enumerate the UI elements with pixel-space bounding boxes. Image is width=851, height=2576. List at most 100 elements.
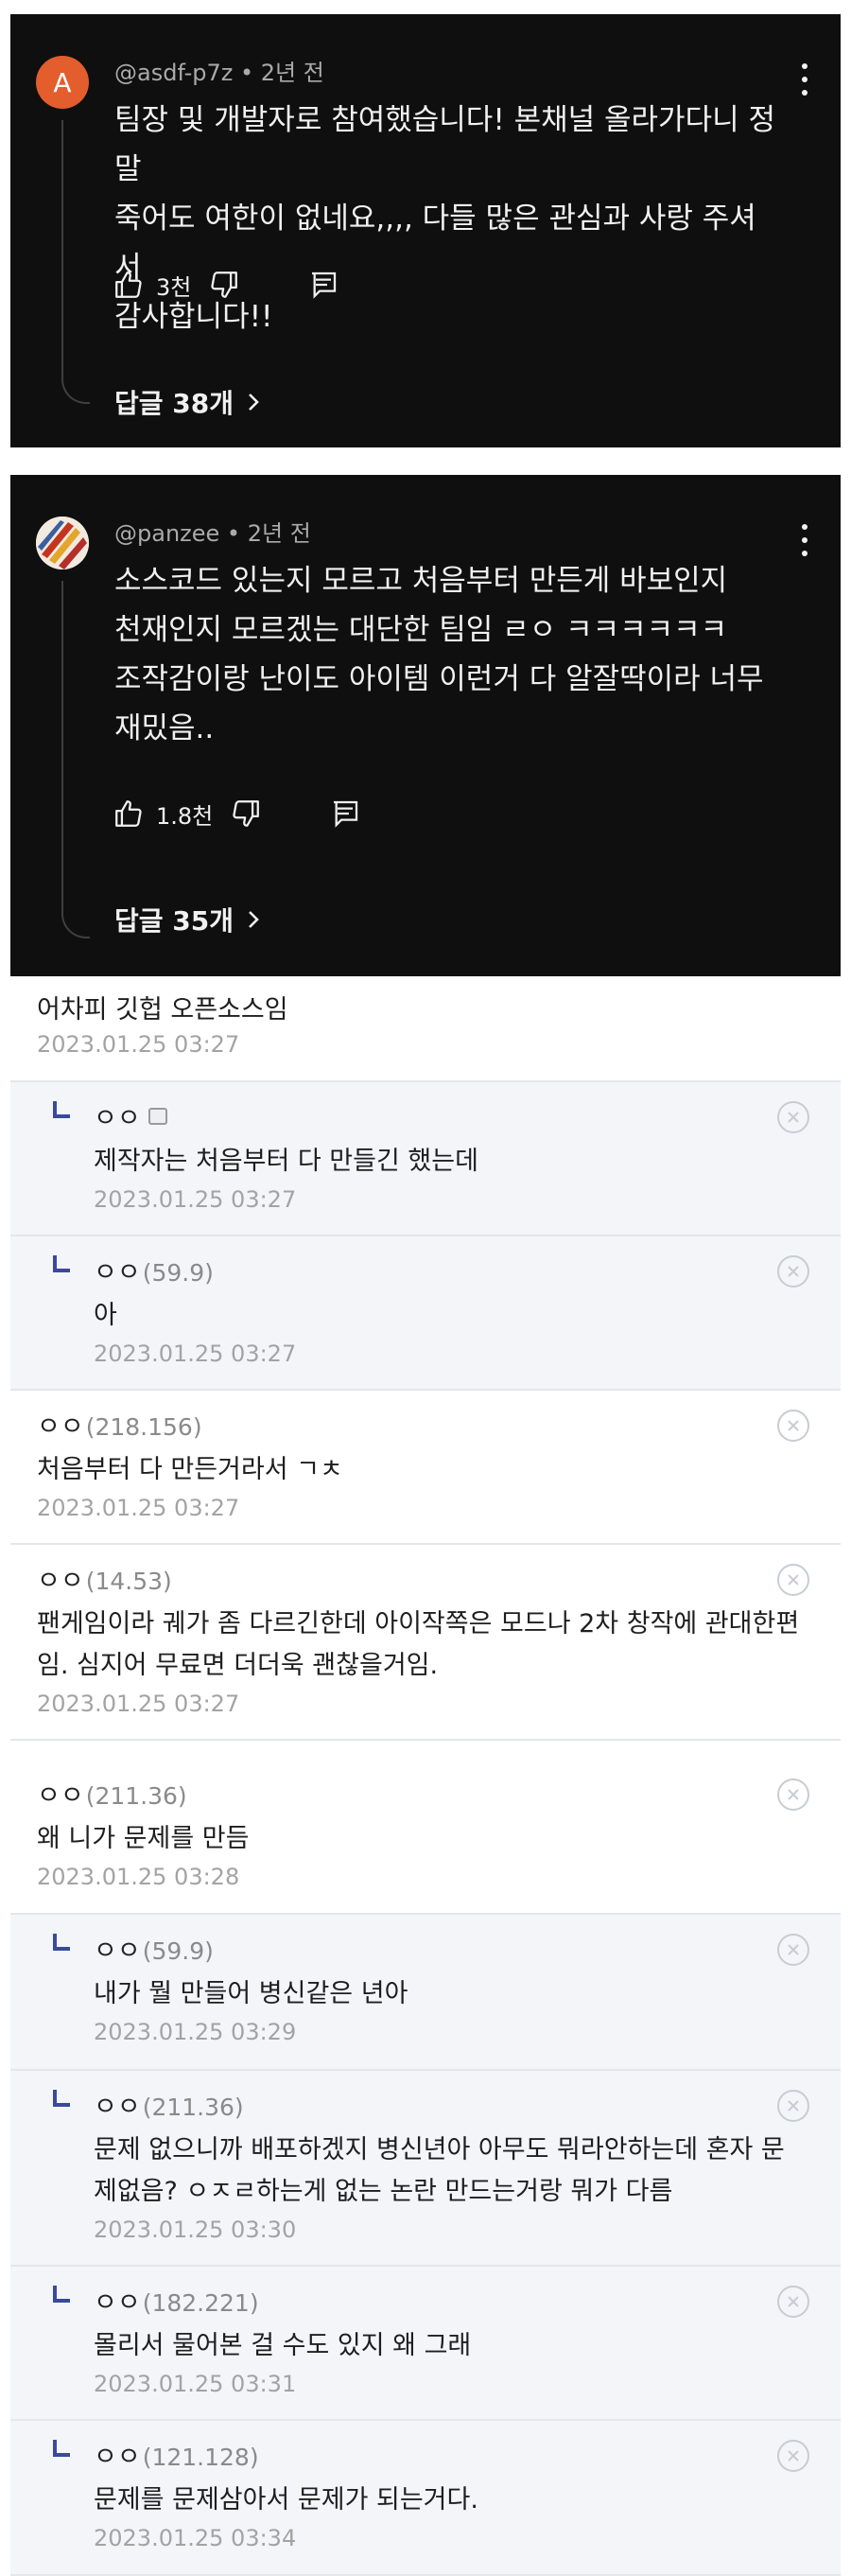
- delete-icon[interactable]: [777, 1101, 809, 1133]
- comment-author[interactable]: ㅇㅇ (218.156): [37, 1406, 202, 1443]
- close-icon: [788, 1266, 799, 1277]
- comment-date: 2023.01.25 03:31: [94, 2371, 297, 2397]
- list-item: ㅇㅇ (59.9) 내가 뭘 만들어 병신같은 년아 2023.01.25 03…: [10, 1915, 841, 2071]
- comment-date: 2023.01.25 03:29: [94, 2019, 297, 2045]
- member-icon: [148, 1108, 167, 1125]
- thread-line: [61, 120, 90, 404]
- thumbs-down-icon: [211, 272, 238, 298]
- comment-author[interactable]: ㅇㅇ (211.36): [37, 1775, 187, 1812]
- delete-icon[interactable]: [777, 2440, 809, 2472]
- list-item: ㅇㅇ (182.221) 몰리서 물어본 걸 수도 있지 왜 그래 2023.0…: [10, 2267, 841, 2421]
- comment-text: 팬게임이라 궤가 좀 다르긴한데 아이작쪽은 모드나 2차 창작에 관대한편 임…: [37, 1603, 812, 1687]
- reply-button[interactable]: [330, 798, 360, 829]
- comment-line: 팀장 및 개발자로 참여했습니다! 본채널 올라가다니 정말: [114, 103, 775, 186]
- comment-date: 2023.01.25 03:27: [37, 1495, 240, 1521]
- comment-line: 제없음? ㅇㅈㄹ하는게 없는 논란 만드는거랑 뭐가 다름: [94, 2177, 673, 2206]
- delete-icon[interactable]: [777, 2090, 809, 2122]
- thumbs-up-icon: [115, 800, 142, 827]
- delete-icon[interactable]: [777, 1410, 809, 1442]
- close-icon: [788, 2296, 799, 2307]
- reply-arrow-icon: [53, 1934, 70, 1951]
- author-ip: (211.36): [85, 1782, 187, 1810]
- comment-handle[interactable]: @panzee: [114, 520, 219, 547]
- thumbs-up-icon: [115, 272, 142, 298]
- comment-author[interactable]: ㅇㅇ (14.53): [37, 1560, 172, 1597]
- author-ip: (59.9): [142, 1937, 214, 1965]
- comment-text: 왜 니가 문제를 만듬: [37, 1824, 250, 1853]
- view-replies-button[interactable]: 답글 38개: [114, 383, 260, 421]
- like-button[interactable]: 1.8천: [113, 797, 213, 831]
- list-item: ㅇㅇ (211.36) 왜 니가 문제를 만듬 2023.01.25 03:28: [10, 1741, 841, 1915]
- comment-line: 조작감이랑 난이도 아이템 이런거 다 알잘딱이라 너무: [114, 662, 764, 696]
- chevron-right-icon: [249, 911, 259, 928]
- list-item: ㅇㅇ (121.128) 문제를 문제삼아서 문제가 되는거다. 2023.01…: [10, 2421, 841, 2576]
- delete-icon[interactable]: [777, 1934, 809, 1966]
- comment-date: 2023.01.25 03:30: [94, 2217, 297, 2243]
- comment-time[interactable]: 2년 전: [248, 520, 311, 547]
- like-button[interactable]: 3천: [113, 269, 191, 302]
- author-ip: (121.128): [142, 2444, 259, 2471]
- comment-date: 2023.01.25 03:28: [37, 1864, 240, 1890]
- close-icon: [788, 1112, 799, 1123]
- list-item: ㅇㅇ (211.36) 문제 없으니까 배포하겠지 병신년아 아무도 뭐라안하는…: [10, 2071, 841, 2267]
- reply-arrow-icon: [53, 2286, 70, 2303]
- comment-line: 팬게임이라 궤가 좀 다르긴한데 아이작쪽은 모드나 2차 창작에 관대한편: [37, 1609, 800, 1638]
- author-ip: (211.36): [142, 2094, 244, 2121]
- delete-icon[interactable]: [777, 2286, 809, 2318]
- comment-date: 2023.01.25 03:27: [37, 1031, 240, 1058]
- like-count: 1.8천: [156, 802, 214, 830]
- dislike-button[interactable]: [208, 269, 240, 301]
- comment-text: 내가 뭘 만들어 병신같은 년아: [94, 1979, 408, 2008]
- avatar[interactable]: [36, 517, 89, 570]
- comment-meta: @panzee • 2년 전: [114, 515, 311, 548]
- delete-icon[interactable]: [777, 1255, 809, 1288]
- delete-icon[interactable]: [777, 1564, 809, 1596]
- comment-line: 문제 없으니까 배포하겠지 병신년아 아무도 뭐라안하는데 혼자 문: [94, 2135, 785, 2164]
- view-replies-button[interactable]: 답글 35개: [114, 901, 260, 938]
- comment-text: 처음부터 다 만든거라서 ㄱㅊ: [37, 1455, 343, 1484]
- yt-comment-card: A @asdf-p7z • 2년 전 팀장 및 개발자로 참여했습니다! 본채널…: [10, 14, 841, 447]
- comment-handle[interactable]: @asdf-p7z: [114, 60, 233, 86]
- comment-date: 2023.01.25 03:27: [94, 1186, 297, 1213]
- comment-text: 몰리서 물어본 걸 수도 있지 왜 그래: [94, 2331, 472, 2360]
- comment-text: 제작자는 처음부터 다 만들긴 했는데: [94, 1147, 478, 1176]
- more-options-icon[interactable]: [795, 524, 814, 556]
- list-item: ㅇㅇ (59.9) 아 2023.01.25 03:27: [10, 1236, 841, 1391]
- chevron-right-icon: [249, 394, 259, 411]
- comment-text: 팀장 및 개발자로 참여했습니다! 본채널 올라가다니 정말 죽어도 여한이 없…: [114, 96, 776, 342]
- avatar[interactable]: A: [36, 56, 89, 109]
- replies-count: 답글 38개: [114, 388, 234, 419]
- dislike-button[interactable]: [230, 797, 262, 830]
- more-options-icon[interactable]: [795, 63, 814, 96]
- comment-author[interactable]: ㅇㅇ (59.9): [94, 1252, 214, 1288]
- comment-time[interactable]: 2년 전: [261, 60, 324, 86]
- comment-author[interactable]: ㅇㅇ: [94, 1097, 167, 1134]
- close-icon: [788, 2100, 799, 2112]
- reply-button[interactable]: [308, 270, 339, 300]
- close-icon: [788, 1574, 799, 1586]
- meta-dot: •: [226, 520, 248, 547]
- reply-arrow-icon: [53, 1255, 70, 1272]
- author-name: ㅇㅇ: [94, 1258, 141, 1288]
- reply-arrow-icon: [53, 2440, 70, 2457]
- comment-reply-icon: [334, 800, 358, 828]
- author-name: ㅇㅇ: [94, 2093, 141, 2122]
- comment-author[interactable]: ㅇㅇ (121.128): [94, 2436, 259, 2473]
- author-name: ㅇㅇ: [37, 1567, 84, 1596]
- author-name: ㅇㅇ: [94, 1104, 141, 1133]
- comment-date: 2023.01.25 03:34: [94, 2525, 297, 2551]
- author-name: ㅇㅇ: [94, 2288, 141, 2318]
- comment-author[interactable]: ㅇㅇ (59.9): [94, 1930, 214, 1967]
- comment-line: 소스코드 있는지 모르고 처음부터 만든게 바보인지: [114, 564, 728, 598]
- author-ip: (14.53): [85, 1568, 172, 1595]
- comment-date: 2023.01.25 03:27: [37, 1691, 240, 1717]
- comment-author[interactable]: ㅇㅇ (182.221): [94, 2282, 259, 2319]
- comment-date: 2023.01.25 03:27: [94, 1341, 297, 1367]
- author-name: ㅇㅇ: [37, 1412, 84, 1442]
- comment-text: 아: [94, 1301, 117, 1330]
- delete-icon[interactable]: [777, 1779, 809, 1811]
- meta-dot: •: [239, 60, 261, 86]
- comment-author[interactable]: ㅇㅇ (211.36): [94, 2086, 244, 2123]
- author-ip: (59.9): [142, 1259, 214, 1287]
- author-name: ㅇㅇ: [94, 1936, 141, 1966]
